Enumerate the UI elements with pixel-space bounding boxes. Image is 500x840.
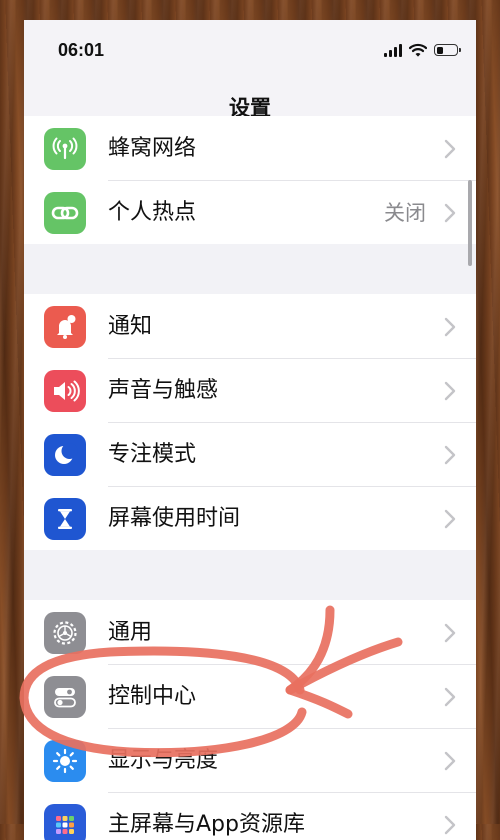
chevron-right-icon (444, 445, 456, 465)
chevron-right-icon (444, 687, 456, 707)
hotspot-link-icon (44, 192, 86, 234)
speaker-icon (44, 370, 86, 412)
status-time: 06:01 (58, 40, 105, 60)
settings-group-notifications: 通知 声音与触感 专注模式 屏幕使用时间 (24, 294, 476, 550)
settings-row-label: 显示与亮度 (108, 748, 219, 773)
battery-icon (434, 44, 461, 56)
chevron-right-icon (444, 381, 456, 401)
hourglass-icon (44, 498, 86, 540)
phone-screen: 06:01 设置 蜂窝网络 个人热点 关闭 通知 声音与触感 专注模式 屏幕使用… (24, 20, 476, 840)
scroll-indicator[interactable] (468, 180, 472, 266)
settings-row-screen-time[interactable]: 屏幕使用时间 (24, 486, 476, 550)
settings-row-label: 蜂窝网络 (108, 136, 197, 161)
settings-row-label: 屏幕使用时间 (108, 506, 241, 531)
settings-group-network: 蜂窝网络 个人热点 关闭 (24, 116, 476, 244)
settings-row-label: 通用 (108, 620, 153, 645)
wifi-icon (409, 43, 427, 57)
sun-icon (44, 740, 86, 782)
home-grid-icon (44, 804, 86, 840)
settings-row-label: 主屏幕与App资源库 (108, 812, 305, 837)
cellular-signal-icon (384, 43, 402, 57)
settings-row-label: 控制中心 (108, 684, 197, 709)
settings-row-sounds[interactable]: 声音与触感 (24, 358, 476, 422)
settings-row-label: 通知 (108, 314, 153, 339)
settings-row-home-screen[interactable]: 主屏幕与App资源库 (24, 792, 476, 840)
settings-row-display[interactable]: 显示与亮度 (24, 728, 476, 792)
cellular-antenna-icon (44, 128, 86, 170)
chevron-right-icon (444, 815, 456, 835)
chevron-right-icon (444, 509, 456, 529)
chevron-right-icon (444, 203, 456, 223)
settings-row-control-center[interactable]: 控制中心 (24, 664, 476, 728)
settings-row-general[interactable]: 通用 (24, 600, 476, 664)
settings-row-label: 个人热点 (108, 200, 197, 225)
chevron-right-icon (444, 623, 456, 643)
settings-row-notifications[interactable]: 通知 (24, 294, 476, 358)
settings-row-cellular[interactable]: 蜂窝网络 (24, 116, 476, 180)
hotspot-status-value: 关闭 (384, 201, 426, 225)
chevron-right-icon (444, 317, 456, 337)
settings-row-label: 专注模式 (108, 442, 197, 467)
settings-row-hotspot[interactable]: 个人热点 关闭 (24, 180, 476, 244)
settings-group-general: 通用 控制中心 显示与亮度 主屏幕与App资源库 (24, 600, 476, 840)
gear-icon (44, 612, 86, 654)
moon-icon (44, 434, 86, 476)
status-icons (384, 41, 461, 59)
bell-icon (44, 306, 86, 348)
chevron-right-icon (444, 139, 456, 159)
status-bar: 06:01 (24, 20, 476, 82)
settings-row-focus[interactable]: 专注模式 (24, 422, 476, 486)
toggles-icon (44, 676, 86, 718)
settings-row-label: 声音与触感 (108, 378, 219, 403)
chevron-right-icon (444, 751, 456, 771)
